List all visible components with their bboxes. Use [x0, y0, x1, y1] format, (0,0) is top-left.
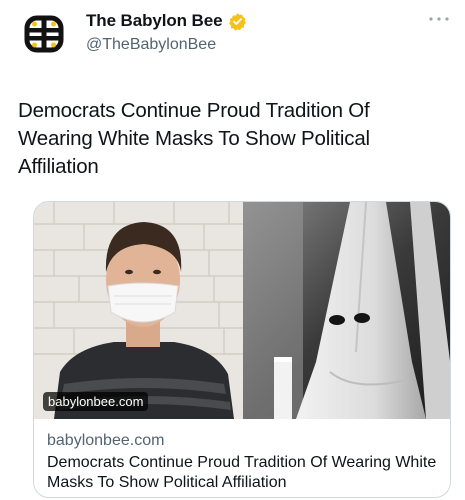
avatar[interactable] [18, 8, 70, 60]
bee-logo-icon [19, 9, 69, 59]
name-row: The Babylon Bee [86, 11, 247, 31]
card-title[interactable]: Democrats Continue Proud Tradition Of We… [47, 453, 447, 493]
link-card[interactable]: babylonbee.com babylonbee.com Democrats … [33, 201, 451, 498]
handle[interactable]: @TheBabylonBee [86, 36, 216, 54]
card-image-domain-label: babylonbee.com [43, 392, 149, 411]
tweet-text: Democrats Continue Proud Tradition Of We… [18, 99, 370, 178]
verified-badge-icon [228, 12, 247, 31]
tweet[interactable]: The Babylon Bee @TheBabylonBee Democrats… [0, 0, 465, 500]
more-options-icon[interactable] [427, 14, 451, 24]
card-domain[interactable]: babylonbee.com [47, 432, 164, 450]
card-image[interactable]: babylonbee.com [34, 202, 450, 419]
display-name[interactable]: The Babylon Bee [86, 11, 223, 31]
